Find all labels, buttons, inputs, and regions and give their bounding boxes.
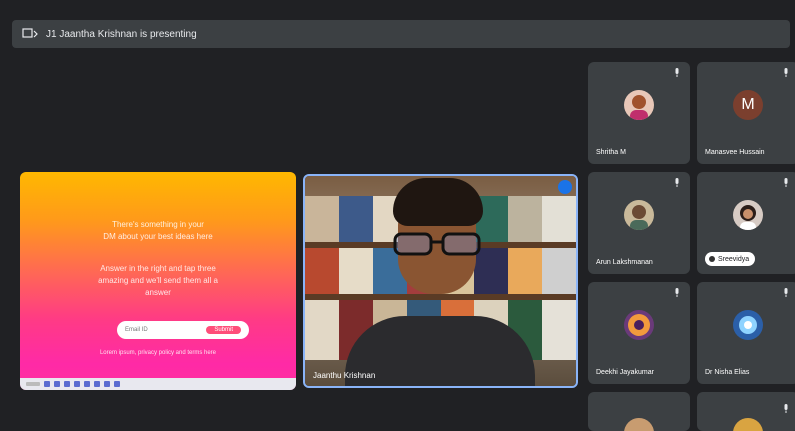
participant-tile[interactable]: Arun Lakshmanan	[588, 172, 690, 274]
slide-line-3: Answer in the right and tap three	[100, 264, 216, 273]
mic-off-icon	[784, 178, 788, 187]
avatar	[733, 418, 763, 431]
slide-line-4: amazing and we'll send them all a	[98, 276, 218, 285]
presenter-video-tile[interactable]: Jaanthu Krishnan	[303, 174, 578, 388]
glasses-icon	[393, 232, 481, 256]
slide-footer-text: Lorem ipsum, privacy policy and terms he…	[99, 350, 217, 356]
avatar	[624, 310, 654, 340]
mic-off-icon	[784, 288, 788, 297]
mic-off-icon	[675, 68, 679, 77]
presenting-text: J1 Jaantha Krishnan is presenting	[46, 28, 197, 40]
shared-screen-taskbar	[20, 378, 296, 390]
speaker-icon	[709, 256, 715, 262]
slide-line-5: answer	[145, 288, 171, 297]
participant-tile[interactable]	[588, 392, 690, 431]
speaking-indicator-icon	[558, 180, 572, 194]
taskbar-app-icon	[84, 381, 90, 387]
avatar-initial: M	[733, 90, 763, 120]
participant-name: Arun Lakshmanan	[596, 259, 653, 266]
participant-name: Manasvee Hussain	[705, 149, 765, 156]
taskbar-app-icon	[104, 381, 110, 387]
participant-name: Sreevidya	[718, 255, 750, 263]
presenting-banner: J1 Jaantha Krishnan is presenting	[12, 20, 790, 48]
participant-tile[interactable]: Shritha M	[588, 62, 690, 164]
taskbar-app-icon	[54, 381, 60, 387]
mic-off-icon	[675, 178, 679, 187]
participant-name: Shritha M	[596, 149, 626, 156]
slide-email-input: Email ID Submit	[117, 321, 249, 339]
taskbar-app-icon	[64, 381, 70, 387]
mic-off-icon	[784, 404, 788, 413]
slide-line-2: DM about your best ideas here	[103, 232, 213, 241]
participant-tile[interactable]	[697, 392, 795, 431]
slide-submit-button: Submit	[206, 326, 241, 334]
taskbar-app-icon	[94, 381, 100, 387]
mic-off-icon	[784, 68, 788, 77]
taskbar-app-icon	[114, 381, 120, 387]
participant-tile[interactable]: Dr Nisha Elias	[697, 282, 795, 384]
avatar	[624, 418, 654, 431]
slide-input-placeholder: Email ID	[125, 327, 148, 333]
present-screen-icon	[22, 28, 38, 38]
avatar	[624, 200, 654, 230]
avatar	[733, 310, 763, 340]
presenter-hair	[393, 178, 483, 226]
participant-name: Deekhi Jayakumar	[596, 369, 654, 376]
participant-tile[interactable]: M Manasvee Hussain	[697, 62, 795, 164]
mic-off-icon	[675, 288, 679, 297]
participant-tile[interactable]: Sreevidya	[697, 172, 795, 274]
presentation-tile[interactable]: There's something in your DM about your …	[20, 172, 296, 390]
avatar	[733, 200, 763, 230]
avatar	[624, 90, 654, 120]
presenter-name: Jaanthu Krishnan	[313, 371, 376, 380]
participant-name-pill: Sreevidya	[705, 252, 756, 266]
slide-line-1: There's something in your	[112, 220, 204, 229]
taskbar-app-icon	[44, 381, 50, 387]
taskbar-app-icon	[74, 381, 80, 387]
avatar-initial-letter: M	[741, 96, 755, 113]
participant-tile[interactable]: Deekhi Jayakumar	[588, 282, 690, 384]
taskbar-search-icon	[26, 382, 40, 386]
participant-name: Dr Nisha Elias	[705, 369, 750, 376]
